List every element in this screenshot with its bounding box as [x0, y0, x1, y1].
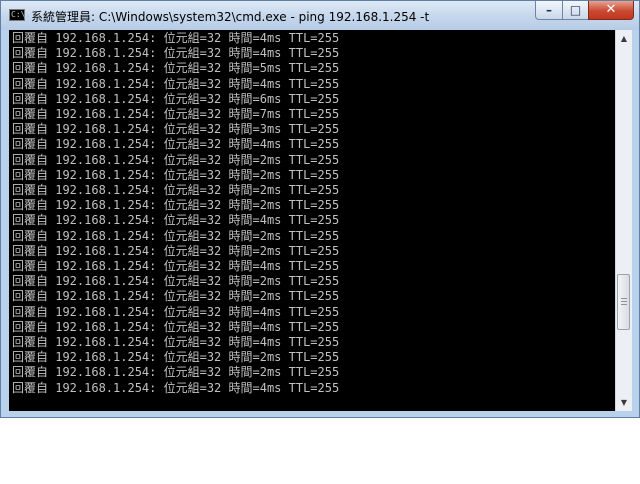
cmd-window: C:\. 系統管理員: C:\Windows\system32\cmd.exe …: [0, 0, 640, 418]
console-line: 回覆自 192.168.1.254: 位元組=32 時間=2ms TTL=255: [12, 350, 340, 365]
console-line: 回覆自 192.168.1.254: 位元組=32 時間=4ms TTL=255: [12, 319, 340, 334]
close-button[interactable]: ✕: [588, 1, 634, 20]
console-line: 回覆自 192.168.1.254: 位元組=32 時間=2ms TTL=255: [12, 243, 340, 258]
thumb-grip-line: [621, 303, 627, 305]
console-line: 回覆自 192.168.1.254: 位元組=32 時間=2ms TTL=255: [12, 365, 340, 380]
console-line: 回覆自 192.168.1.254: 位元組=32 時間=4ms TTL=255: [12, 259, 340, 274]
minimize-icon: –: [546, 3, 552, 17]
close-icon: ✕: [605, 2, 617, 17]
title-bar[interactable]: C:\. 系統管理員: C:\Windows\system32\cmd.exe …: [1, 1, 639, 30]
window-title: 系統管理員: C:\Windows\system32\cmd.exe - pin…: [31, 10, 430, 24]
scroll-up-arrow-icon[interactable]: ▲: [616, 30, 632, 47]
thumb-grip-line: [621, 297, 627, 299]
console-line: 回覆自 192.168.1.254: 位元組=32 時間=4ms TTL=255: [12, 304, 340, 319]
vertical-scrollbar[interactable]: ▲ ▼: [615, 30, 632, 411]
scrollbar-thumb[interactable]: [617, 273, 630, 330]
console-line: 回覆自 192.168.1.254: 位元組=32 時間=2ms TTL=255: [12, 152, 340, 167]
console-line: 回覆自 192.168.1.254: 位元組=32 時間=4ms TTL=255: [12, 335, 340, 350]
console-line: 回覆自 192.168.1.254: 位元組=32 時間=2ms TTL=255: [12, 198, 340, 213]
console-line: 回覆自 192.168.1.254: 位元組=32 時間=4ms TTL=255: [12, 137, 340, 152]
console-line: 回覆自 192.168.1.254: 位元組=32 時間=7ms TTL=255: [12, 107, 340, 122]
console-line: 回覆自 192.168.1.254: 位元組=32 時間=6ms TTL=255: [12, 91, 340, 106]
console-line: 回覆自 192.168.1.254: 位元組=32 時間=4ms TTL=255: [12, 213, 340, 228]
console-output[interactable]: 回覆自 192.168.1.254: 位元組=32 時間=4ms TTL=255…: [9, 30, 615, 411]
console-line: 回覆自 192.168.1.254: 位元組=32 時間=2ms TTL=255: [12, 289, 340, 304]
console-line: 回覆自 192.168.1.254: 位元組=32 時間=4ms TTL=255: [12, 76, 340, 91]
cmd-app-icon-text: C:\.: [11, 10, 31, 19]
cmd-app-icon[interactable]: C:\.: [9, 9, 30, 21]
console-line: 回覆自 192.168.1.254: 位元組=32 時間=5ms TTL=255: [12, 61, 340, 76]
console-line: 回覆自 192.168.1.254: 位元組=32 時間=3ms TTL=255: [12, 122, 340, 137]
thumb-grip-line: [621, 300, 627, 302]
console-line: 回覆自 192.168.1.254: 位元組=32 時間=2ms TTL=255: [12, 167, 340, 182]
console-line: 回覆自 192.168.1.254: 位元組=32 時間=4ms TTL=255: [12, 380, 340, 395]
console-line: 回覆自 192.168.1.254: 位元組=32 時間=2ms TTL=255: [12, 228, 340, 243]
console-line: 回覆自 192.168.1.254: 位元組=32 時間=2ms TTL=255: [12, 183, 340, 198]
maximize-icon: □: [569, 3, 582, 17]
console-line: 回覆自 192.168.1.254: 位元組=32 時間=4ms TTL=255: [12, 46, 340, 61]
maximize-button[interactable]: □: [562, 1, 589, 20]
console-line: 回覆自 192.168.1.254: 位元組=32 時間=2ms TTL=255: [12, 274, 340, 289]
console-lines: 回覆自 192.168.1.254: 位元組=32 時間=4ms TTL=255…: [9, 30, 615, 396]
scroll-down-arrow-icon[interactable]: ▼: [616, 394, 632, 411]
minimize-button[interactable]: –: [535, 1, 563, 20]
console-line: 回覆自 192.168.1.254: 位元組=32 時間=4ms TTL=255: [12, 31, 340, 45]
